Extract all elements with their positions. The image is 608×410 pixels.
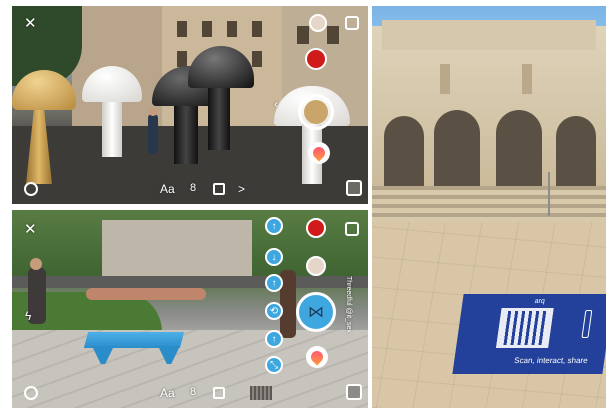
avatar-icon[interactable]	[306, 256, 326, 276]
archway	[384, 116, 424, 186]
ar-view-bench: ✕ ϟ ↑ ↓ ↑ ⟲ ↑ ⤡ ⋈ Threedful @it_sex Aa 8	[12, 210, 368, 408]
white-lamp-body	[102, 102, 122, 157]
close-icon[interactable]: ✕	[24, 222, 37, 237]
photographer-head	[30, 258, 42, 270]
layout-icon[interactable]	[213, 387, 225, 399]
window	[252, 51, 262, 67]
window	[202, 21, 212, 37]
statue	[440, 64, 450, 94]
phone-icon	[581, 310, 593, 338]
station-photo: arq Scan, interact, share	[372, 6, 606, 408]
planter	[86, 288, 206, 300]
ar-bench-top[interactable]	[83, 332, 185, 348]
close-icon[interactable]: ✕	[24, 16, 37, 31]
rotate-button[interactable]: ⟲	[265, 302, 283, 320]
text-tool-button[interactable]: Aa	[160, 386, 175, 400]
credit-text: Threedful @it_sex	[345, 276, 352, 333]
window	[252, 21, 262, 37]
station-roof	[382, 20, 596, 50]
black-lamp-body	[174, 106, 198, 164]
drain-grate	[250, 386, 272, 400]
layout-icon[interactable]	[213, 183, 225, 195]
qr-caption: Scan, interact, share	[513, 356, 589, 365]
pedestrian-head	[149, 108, 157, 116]
scale-button[interactable]: ⤡	[265, 356, 283, 374]
move-down-button[interactable]: ↓	[265, 248, 283, 266]
avatar-icon[interactable]	[309, 14, 327, 32]
ar-view-lamps: ✕ ‹ Aa 8 >	[12, 6, 368, 204]
selected-bench-ring[interactable]: ⋈	[296, 292, 336, 332]
record-button[interactable]	[306, 218, 326, 238]
flash-off-icon[interactable]: ϟ	[25, 310, 31, 322]
more-chevron-button[interactable]: >	[238, 182, 245, 196]
move-up-button-2[interactable]: ↑	[265, 274, 283, 292]
move-up-button[interactable]: ↑	[265, 217, 283, 235]
steps	[372, 186, 606, 222]
camera-switch-icon[interactable]	[345, 16, 359, 30]
back-chevron-icon[interactable]: ‹	[274, 98, 278, 110]
text-tool-button[interactable]: Aa	[160, 182, 175, 196]
bench-thumbnail-icon: ⋈	[308, 304, 324, 321]
record-button[interactable]	[305, 48, 327, 70]
window	[297, 26, 309, 44]
archway	[434, 110, 480, 186]
capture-button[interactable]	[24, 182, 38, 196]
handrail	[548, 172, 550, 216]
building	[102, 220, 252, 280]
link-icon[interactable]: 8	[190, 183, 196, 194]
window	[327, 26, 339, 44]
qr-code[interactable]	[496, 308, 554, 348]
black-lamp-body-2	[208, 88, 230, 150]
move-up-button-3[interactable]: ↑	[265, 330, 283, 348]
link-icon[interactable]: 8	[190, 387, 196, 398]
window	[227, 21, 237, 37]
window	[177, 51, 187, 67]
gallery-thumbnail[interactable]	[346, 180, 362, 196]
pedestrian	[148, 114, 158, 154]
archway	[496, 110, 542, 186]
road	[12, 276, 368, 288]
qr-floor-mat[interactable]: arq Scan, interact, share	[452, 294, 606, 374]
gallery-thumbnail[interactable]	[346, 384, 362, 400]
object-thumbnail-icon	[304, 100, 328, 124]
capture-button[interactable]	[24, 386, 38, 400]
camera-switch-icon[interactable]	[345, 222, 359, 236]
mat-logo: arq	[534, 298, 546, 305]
window	[177, 21, 187, 37]
statue	[522, 64, 532, 94]
archway	[556, 116, 596, 186]
